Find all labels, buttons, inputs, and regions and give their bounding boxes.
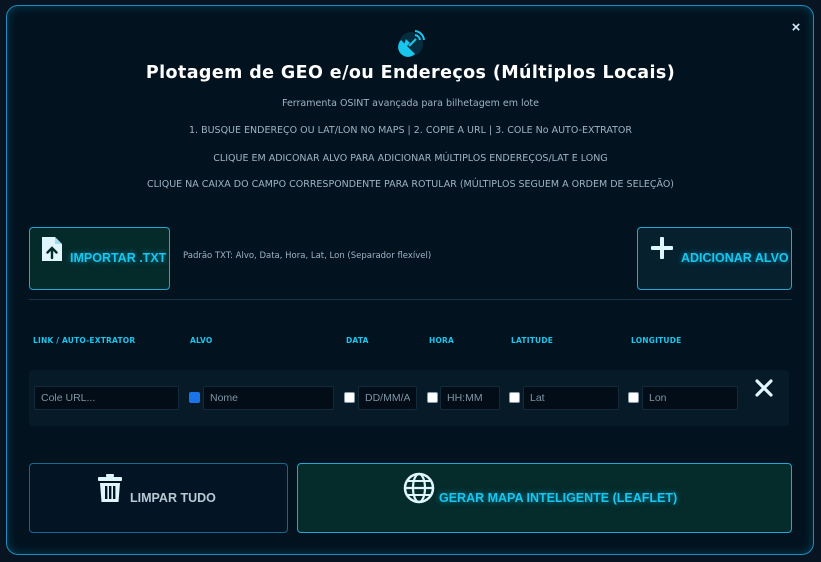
column-header-latitude: LATITUDE	[511, 336, 554, 345]
link-input[interactable]	[34, 386, 179, 410]
column-header-alvo: ALVO	[190, 336, 213, 345]
page-title: Plotagem de GEO e/ou Endereços (Múltiplo…	[145, 63, 676, 83]
clear-button-label: LIMPAR TUDO	[130, 491, 216, 505]
import-format-hint: Padrão TXT: Alvo, Data, Hora, Lat, Lon (…	[183, 251, 432, 261]
generate-button-label: GERAR MAPA INTELIGENTE (LEAFLET)	[439, 491, 678, 505]
hora-checkbox[interactable]	[427, 392, 438, 403]
remove-row-icon[interactable]	[753, 377, 775, 399]
close-button[interactable]: ×	[789, 20, 803, 35]
column-header-link: LINK / AUTO-EXTRATOR	[33, 336, 136, 345]
column-header-hora: HORA	[429, 336, 455, 345]
clear-all-button[interactable]: LIMPAR TUDO	[29, 463, 288, 533]
plus-icon	[651, 237, 673, 259]
alvo-checkbox[interactable]	[189, 392, 200, 403]
column-header-data: DATA	[346, 336, 369, 345]
add-target-button[interactable]: ADICIONAR ALVO	[637, 227, 792, 290]
instruction-line-1: 1. BUSQUE ENDEREÇO OU LAT/LON NO MAPS | …	[188, 125, 632, 136]
instruction-line-3: CLIQUE NA CAIXA DO CAMPO CORRESPONDENTE …	[146, 179, 675, 190]
import-txt-button[interactable]: IMPORTAR .TXT	[29, 227, 170, 290]
data-checkbox[interactable]	[344, 392, 355, 403]
latitude-checkbox[interactable]	[509, 392, 520, 403]
trash-icon	[98, 474, 122, 502]
divider	[29, 299, 792, 300]
data-input[interactable]	[358, 386, 417, 410]
hora-input[interactable]	[440, 386, 500, 410]
import-button-label: IMPORTAR .TXT	[70, 251, 167, 265]
longitude-checkbox[interactable]	[628, 392, 639, 403]
globe-icon	[403, 472, 435, 504]
alvo-input[interactable]	[203, 386, 334, 410]
generate-map-button[interactable]: GERAR MAPA INTELIGENTE (LEAFLET)	[297, 463, 792, 533]
subtitle: Ferramenta OSINT avançada para bilhetage…	[282, 98, 539, 109]
latitude-input[interactable]	[523, 386, 619, 410]
column-header-longitude: LONGITUDE	[631, 336, 682, 345]
instruction-line-2: CLIQUE EM ADICONAR ALVO PARA ADICIONAR M…	[213, 153, 608, 164]
satellite-dish-icon	[398, 30, 425, 57]
file-upload-icon	[42, 237, 62, 261]
add-button-label: ADICIONAR ALVO	[681, 251, 789, 265]
longitude-input[interactable]	[642, 386, 738, 410]
